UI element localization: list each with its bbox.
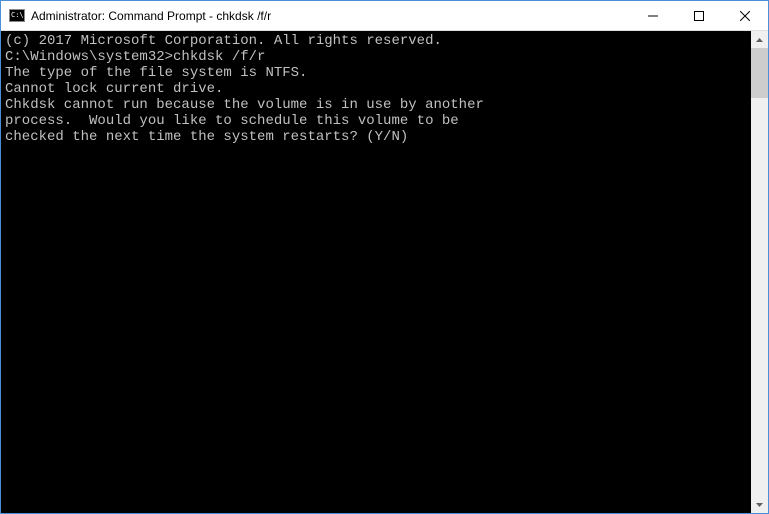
vertical-scrollbar[interactable] [751, 31, 768, 513]
cmd-icon: C:\ [9, 8, 25, 24]
window-controls [630, 1, 768, 30]
terminal-line: Chkdsk cannot run because the volume is … [5, 97, 747, 113]
terminal-line: (c) 2017 Microsoft Corporation. All righ… [5, 33, 747, 49]
titlebar[interactable]: C:\ Administrator: Command Prompt - chkd… [1, 1, 768, 31]
window-frame: C:\ Administrator: Command Prompt - chkd… [0, 0, 769, 514]
terminal-line: Cannot lock current drive. [5, 81, 747, 97]
terminal-output[interactable]: (c) 2017 Microsoft Corporation. All righ… [1, 31, 751, 513]
client-area: (c) 2017 Microsoft Corporation. All righ… [1, 31, 768, 513]
terminal-line: The type of the file system is NTFS. [5, 65, 747, 81]
scrollbar-track[interactable] [751, 48, 768, 496]
scrollbar-thumb[interactable] [751, 48, 768, 98]
terminal-line: checked the next time the system restart… [5, 129, 747, 145]
scroll-up-button[interactable] [751, 31, 768, 48]
terminal-line: C:\Windows\system32>chkdsk /f/r [5, 49, 747, 65]
window-title: Administrator: Command Prompt - chkdsk /… [31, 9, 271, 23]
minimize-button[interactable] [630, 1, 676, 30]
maximize-button[interactable] [676, 1, 722, 30]
terminal-line: process. Would you like to schedule this… [5, 113, 747, 129]
svg-text:C:\: C:\ [11, 11, 24, 19]
scroll-down-button[interactable] [751, 496, 768, 513]
close-button[interactable] [722, 1, 768, 30]
